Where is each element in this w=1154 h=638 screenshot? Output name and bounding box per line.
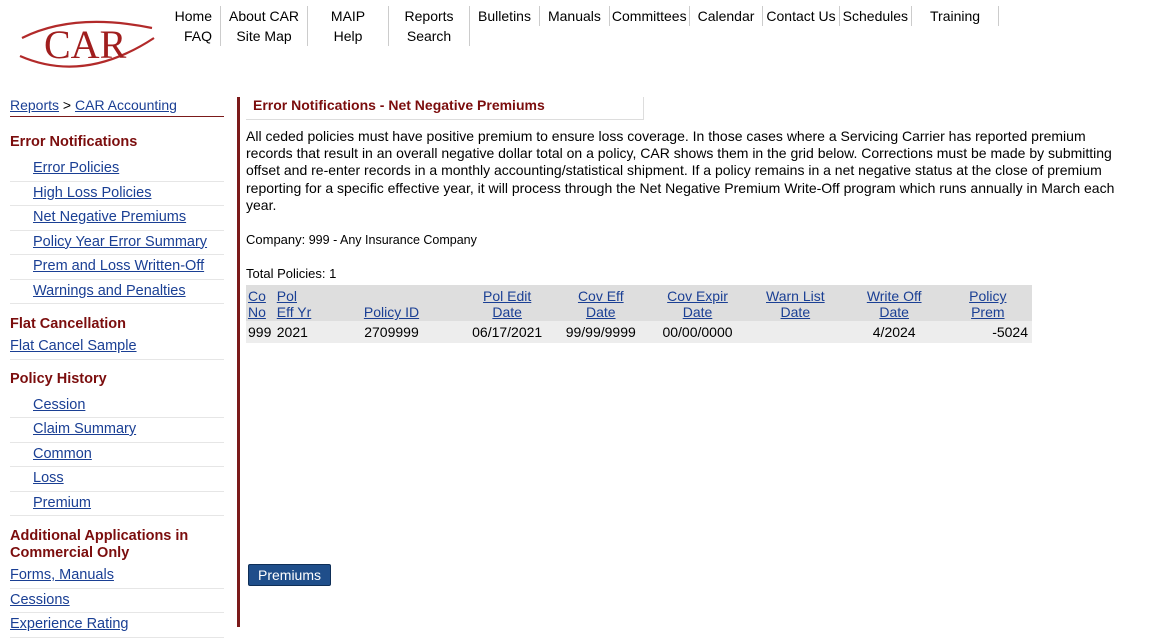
nav-maip[interactable]: MAIP [307, 6, 390, 26]
nav-search[interactable]: Search [388, 26, 471, 46]
left-sidebar: Reports > CAR Accounting Error Notificat… [10, 97, 224, 638]
nav-schedules[interactable]: Schedules [839, 6, 913, 26]
sidebar-divider [237, 97, 240, 627]
nav-manuals[interactable]: Manuals [539, 6, 610, 26]
sidebar-item-cessions[interactable]: Cessions [10, 589, 224, 613]
nav-training[interactable]: Training [911, 6, 1000, 26]
company-line: Company: 999 - Any Insurance Company [246, 232, 1136, 247]
section-flat-cancellation: Flat Cancellation [10, 316, 127, 332]
nav-reports[interactable]: Reports [388, 6, 471, 26]
nav-faq[interactable]: FAQ [162, 26, 221, 46]
premiums-button[interactable]: Premiums [248, 564, 332, 586]
logo-text: CAR [44, 22, 127, 67]
sidebar-item-cession[interactable]: Cession [10, 394, 224, 418]
nav-help[interactable]: Help [307, 26, 390, 46]
breadcrumb-reports[interactable]: Reports [10, 97, 59, 113]
breadcrumb: Reports > CAR Accounting [10, 97, 224, 117]
sidebar-item-prem-loss-written-off[interactable]: Prem and Loss Written-Off [10, 255, 224, 280]
nav-home[interactable]: Home [162, 6, 221, 26]
cell-cov-eff-date: 99/99/9999 [552, 321, 650, 344]
sidebar-item-loss[interactable]: Loss [10, 467, 224, 492]
section-additional-applications: Additional Applications in Commercial On… [10, 528, 189, 561]
cell-co-no: 999 [246, 321, 275, 344]
table-row: 999 2021 2709999 06/17/2021 99/99/9999 0… [246, 321, 1032, 344]
col-co-no[interactable]: Co No [246, 285, 275, 322]
nav-about-car[interactable]: About CAR [220, 6, 309, 26]
col-cov-eff-date[interactable]: Cov Eff Date [552, 285, 650, 322]
nav-committees[interactable]: Committees [609, 6, 690, 26]
col-cov-expir-date[interactable]: Cov Expir Date [649, 285, 746, 322]
col-pol-eff-yr[interactable]: Pol Eff Yr [274, 285, 322, 322]
cell-write-off-date: 4/2024 [844, 321, 944, 344]
total-policies: Total Policies: 1 [246, 266, 337, 282]
cell-pol-eff-yr: 2021 [274, 321, 322, 344]
company-label: Company: [246, 232, 306, 248]
nav-bulletins[interactable]: Bulletins [469, 6, 540, 26]
nav-calendar[interactable]: Calendar [689, 6, 764, 26]
car-logo[interactable]: CAR [14, 8, 164, 76]
sidebar-item-high-loss-policies[interactable]: High Loss Policies [10, 182, 224, 206]
top-navigation: Home About CAR MAIP Reports Bulletins Ma… [162, 6, 1000, 46]
sidebar-item-error-policies[interactable]: Error Policies [10, 157, 224, 182]
sidebar-item-experience-rating[interactable]: Experience Rating [10, 613, 224, 638]
col-policy-prem[interactable]: Policy Prem [943, 285, 1032, 322]
grid-header-row: Co No Pol Eff Yr Policy ID Pol Edit Date Co… [246, 285, 1032, 322]
nav-site-map[interactable]: Site Map [220, 26, 309, 46]
cell-cov-expir-date: 00/00/0000 [649, 321, 746, 344]
breadcrumb-car-accounting[interactable]: CAR Accounting [75, 97, 177, 113]
cell-pol-edit-date: 06/17/2021 [461, 321, 553, 344]
sidebar-item-policy-year-error-summary[interactable]: Policy Year Error Summary [10, 231, 224, 255]
nav-contact-us[interactable]: Contact Us [762, 6, 840, 26]
section-policy-history: Policy History [10, 370, 107, 387]
sidebar-item-premium[interactable]: Premium [10, 492, 224, 516]
cell-warn-list-date [745, 321, 845, 344]
sidebar-item-net-negative-premiums[interactable]: Net Negative Premiums [10, 206, 224, 231]
description-text: All ceded policies must have positive pr… [246, 128, 1115, 213]
cell-policy-id: 2709999 [321, 321, 462, 344]
col-pol-edit-date[interactable]: Pol Edit Date [461, 285, 553, 322]
cell-policy-prem: -5024 [943, 321, 1032, 344]
breadcrumb-separator: > [62, 97, 72, 113]
policies-grid: Co No Pol Eff Yr Policy ID Pol Edit Date Co… [246, 285, 1032, 344]
main-content: Error Notifications - Net Negative Premi… [246, 97, 1136, 344]
sidebar-item-flat-cancel-sample[interactable]: Flat Cancel Sample [10, 335, 224, 360]
section-error-notifications: Error Notifications [10, 134, 138, 150]
sidebar-item-claim-summary[interactable]: Claim Summary [10, 418, 224, 443]
company-value: 999 - Any Insurance Company [308, 233, 477, 248]
sidebar-item-forms-manuals[interactable]: Forms, Manuals [10, 564, 224, 589]
col-warn-list-date[interactable]: Warn List Date [745, 285, 845, 322]
sidebar-item-warnings-penalties[interactable]: Warnings and Penalties [10, 280, 224, 304]
page-title: Error Notifications - Net Negative Premi… [246, 97, 644, 120]
col-policy-id[interactable]: Policy ID [321, 285, 462, 322]
col-write-off-date[interactable]: Write Off Date [844, 285, 944, 322]
sidebar-item-common[interactable]: Common [10, 443, 224, 467]
